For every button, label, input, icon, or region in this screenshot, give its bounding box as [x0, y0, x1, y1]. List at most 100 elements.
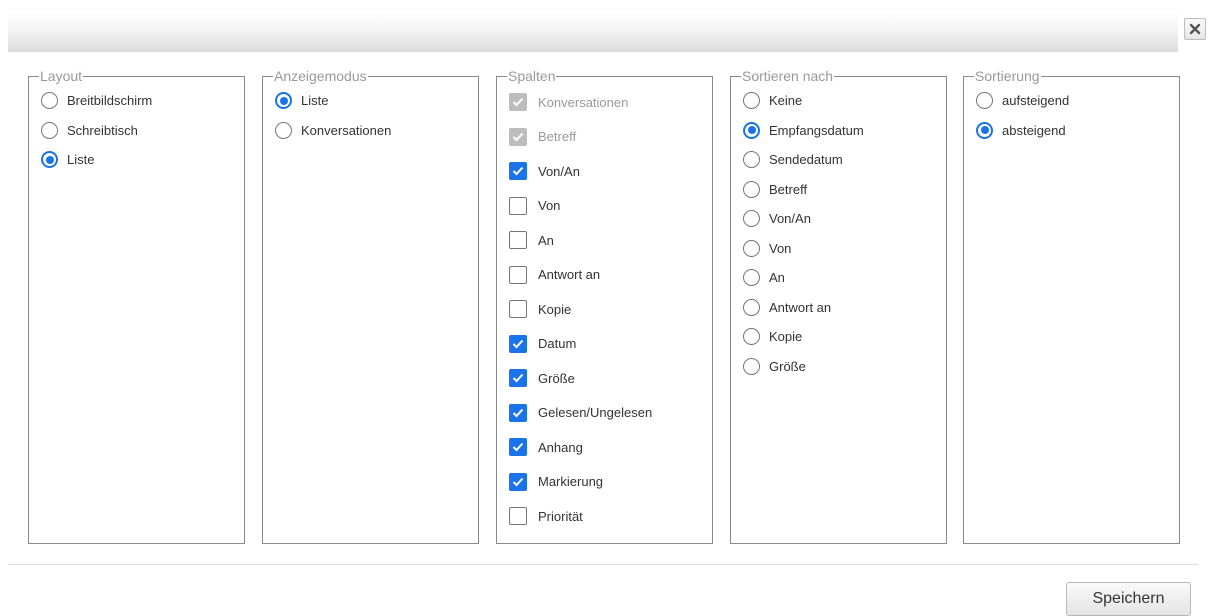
checkbox[interactable] — [509, 231, 527, 250]
option-label: Gelesen/Ungelesen — [538, 405, 653, 421]
option-label: Antwort an — [769, 299, 832, 315]
radio-button[interactable] — [743, 92, 760, 110]
dialog-titlebar — [8, 12, 1178, 52]
checkmark-icon — [512, 132, 524, 142]
spalten-option[interactable]: Von — [509, 189, 712, 224]
checkbox[interactable] — [509, 507, 527, 526]
option-label: Konversationen — [538, 94, 629, 110]
close-button[interactable] — [1184, 18, 1206, 40]
option-label: Kopie — [538, 301, 572, 317]
sortieren-nach-option[interactable]: Kopie — [743, 322, 946, 352]
radio-button[interactable] — [41, 121, 58, 139]
checkbox[interactable] — [509, 300, 527, 319]
option-label: Kopie — [769, 329, 803, 345]
checkmark-icon — [512, 98, 524, 107]
option-label: Von — [769, 240, 792, 256]
spalten-option[interactable]: Größe — [509, 361, 712, 396]
save-button[interactable]: Speichern — [1066, 582, 1191, 616]
close-x-icon — [1189, 23, 1201, 35]
checkbox[interactable] — [509, 265, 527, 284]
checkbox[interactable] — [509, 334, 527, 353]
option-label: Betreff — [769, 181, 808, 197]
spalten-option[interactable]: Anhang — [509, 430, 712, 465]
option-label: Größe — [538, 370, 575, 386]
sortierung-legend: Sortierung — [975, 68, 1040, 84]
layout-options: Breitbildschirm Schreibtisch Liste — [41, 86, 244, 175]
radio-button[interactable] — [41, 92, 58, 110]
anzeigemodus-legend: Anzeigemodus — [274, 68, 367, 84]
sortierung-option[interactable]: absteigend — [976, 116, 1179, 146]
sortieren-nach-option[interactable]: Sendedatum — [743, 145, 946, 175]
spalten-option[interactable]: Antwort an — [509, 258, 712, 293]
footer-divider — [8, 564, 1198, 565]
option-label: Empfangsdatum — [769, 122, 864, 138]
option-label: Von/An — [538, 163, 580, 179]
anzeigemodus-option[interactable]: Konversationen — [275, 116, 478, 146]
checkmark-icon — [512, 443, 524, 452]
layout-option[interactable]: Schreibtisch — [41, 116, 244, 146]
radio-button[interactable] — [743, 121, 760, 139]
sortieren-nach-option[interactable]: Empfangsdatum — [743, 116, 946, 146]
sortierung-options: aufsteigend absteigend — [976, 86, 1179, 145]
radio-button[interactable] — [275, 92, 292, 110]
sortieren-nach-option[interactable]: Betreff — [743, 175, 946, 205]
sortieren-nach-legend: Sortieren nach — [742, 68, 834, 84]
checkbox[interactable] — [509, 162, 527, 181]
spalten-option[interactable]: Gelesen/Ungelesen — [509, 396, 712, 431]
anzeigemodus-options: Liste Konversationen — [275, 86, 478, 145]
option-label: Liste — [67, 152, 95, 168]
spalten-option[interactable]: Priorität — [509, 499, 712, 534]
sortieren-nach-option[interactable]: Von/An — [743, 204, 946, 234]
option-label: Von — [538, 198, 561, 214]
spalten-option[interactable]: Von/An — [509, 154, 712, 189]
checkmark-icon — [512, 408, 524, 418]
option-label: Priorität — [538, 508, 583, 524]
checkbox[interactable] — [509, 196, 527, 215]
spalten-option: Betreff — [509, 120, 712, 155]
checkbox — [509, 93, 527, 112]
checkbox[interactable] — [509, 369, 527, 388]
spalten-option[interactable]: An — [509, 223, 712, 258]
radio-button[interactable] — [743, 151, 760, 169]
spalten-option: Konversationen — [509, 85, 712, 120]
radio-button[interactable] — [743, 269, 760, 287]
layout-option[interactable]: Liste — [41, 145, 244, 175]
checkbox[interactable] — [509, 403, 527, 422]
layout-legend: Layout — [40, 68, 83, 84]
layout-option[interactable]: Breitbildschirm — [41, 86, 244, 116]
radio-button[interactable] — [743, 239, 760, 257]
option-label: An — [769, 270, 785, 286]
spalten-legend: Spalten — [508, 68, 556, 84]
option-label: Breitbildschirm — [67, 93, 153, 109]
option-label: Markierung — [538, 474, 604, 490]
option-label: absteigend — [1002, 122, 1066, 138]
sortieren-nach-option[interactable]: Antwort an — [743, 293, 946, 323]
layout-group: Layout Breitbildschirm Schreibtisch Liste — [28, 68, 245, 544]
option-label: Datum — [538, 336, 577, 352]
sortierung-option[interactable]: aufsteigend — [976, 86, 1179, 116]
radio-button[interactable] — [976, 121, 993, 139]
spalten-option[interactable]: Kopie — [509, 292, 712, 327]
option-label: Anhang — [538, 439, 583, 455]
checkbox[interactable] — [509, 438, 527, 457]
checkbox — [509, 127, 527, 146]
radio-button[interactable] — [743, 328, 760, 346]
spalten-option[interactable]: Datum — [509, 327, 712, 362]
option-label: Schreibtisch — [67, 122, 138, 138]
checkmark-icon — [512, 339, 524, 349]
anzeigemodus-option[interactable]: Liste — [275, 86, 478, 116]
radio-button[interactable] — [976, 92, 993, 110]
checkbox[interactable] — [509, 472, 527, 491]
radio-button[interactable] — [41, 151, 58, 169]
radio-button[interactable] — [743, 298, 760, 316]
sortieren-nach-option[interactable]: Größe — [743, 352, 946, 382]
sortieren-nach-option[interactable]: Von — [743, 234, 946, 264]
radio-button[interactable] — [743, 357, 760, 375]
sortieren-nach-option[interactable]: An — [743, 263, 946, 293]
sortieren-nach-group: Sortieren nach Keine Empfangsdatum Sendeda… — [730, 68, 947, 544]
sortieren-nach-option[interactable]: Keine — [743, 86, 946, 116]
radio-button[interactable] — [743, 210, 760, 228]
spalten-option[interactable]: Markierung — [509, 465, 712, 500]
radio-button[interactable] — [275, 121, 292, 139]
radio-button[interactable] — [743, 180, 760, 198]
